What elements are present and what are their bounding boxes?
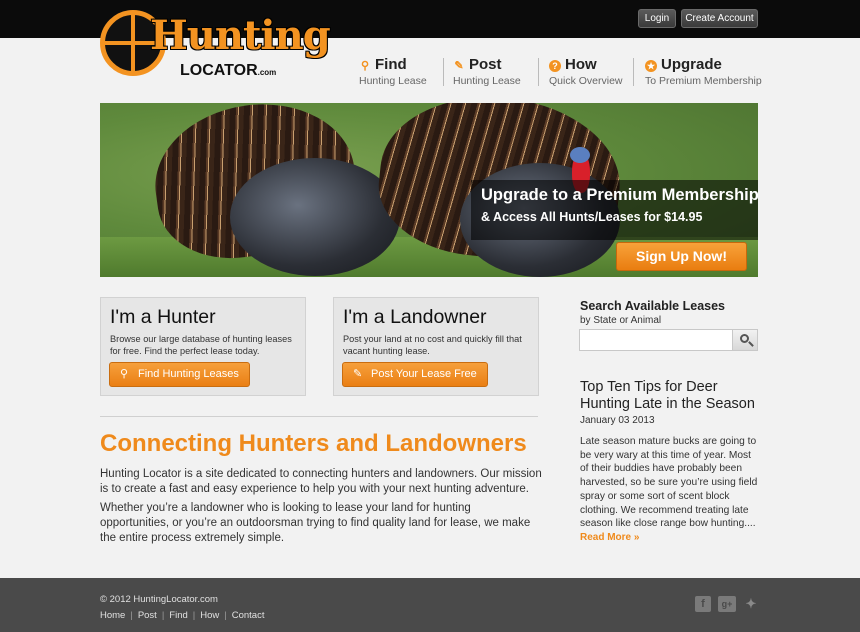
- article-excerpt: Late season mature bucks are going to be…: [580, 436, 758, 530]
- landowner-card: I'm a Landowner Post your land at no cos…: [333, 297, 539, 396]
- footer: © 2012 HuntingLocator.com Home | Post | Find…: [0, 578, 860, 632]
- copyright: © 2012 HuntingLocator.com: [100, 594, 218, 605]
- landowner-card-text: Post your land at no cost and quickly fi…: [343, 334, 522, 356]
- footer-links: Home | Post | Find | How | Contact: [100, 610, 265, 621]
- nav-how[interactable]: ? How Quick Overview: [549, 56, 623, 87]
- question-icon: ?: [549, 60, 561, 72]
- turkey-head-image: [570, 147, 590, 163]
- search-input[interactable]: [579, 329, 733, 351]
- promo-subheading: & Access All Hunts/Leases for $14.95: [481, 210, 703, 224]
- search-icon: ⚲: [360, 60, 370, 72]
- footer-link-find[interactable]: Find: [169, 610, 187, 621]
- turkey-body-image: [230, 158, 400, 276]
- post-your-lease-button[interactable]: ✎ Post Your Lease Free: [342, 362, 488, 387]
- twitter-icon[interactable]: ✦: [743, 596, 759, 612]
- hunter-card-title: I'm a Hunter: [110, 306, 216, 328]
- logo-subword: LOCATOR.com: [180, 62, 277, 79]
- star-badge-icon: ★: [645, 60, 657, 72]
- divider: [100, 416, 538, 417]
- edit-icon: ✎: [353, 368, 363, 380]
- main-heading: Connecting Hunters and Landowners: [100, 430, 527, 457]
- logo-wordmark: Hunting: [150, 12, 331, 59]
- nav-post[interactable]: ✎ Post Hunting Lease: [453, 56, 521, 87]
- search-subtitle: by State or Animal: [580, 315, 662, 326]
- article-date: January 03 2013: [580, 415, 655, 426]
- landowner-card-title: I'm a Landowner: [343, 306, 487, 328]
- intro-paragraph: Hunting Locator is a site dedicated to c…: [100, 468, 542, 495]
- nav-divider: [443, 58, 444, 86]
- promo-banner: Upgrade to a Premium Membership & Access…: [100, 103, 758, 277]
- login-button[interactable]: Login: [638, 9, 676, 28]
- hunter-card-text: Browse our large database of hunting lea…: [110, 334, 292, 356]
- nav-upgrade[interactable]: ★ Upgrade To Premium Membership: [645, 56, 762, 87]
- site-logo[interactable]: Hunting LOCATOR.com: [100, 8, 331, 88]
- search-title: Search Available Leases: [580, 299, 725, 313]
- find-hunting-leases-button[interactable]: ⚲ Find Hunting Leases: [109, 362, 250, 387]
- process-paragraph: Whether you’re a landowner who is lookin…: [100, 502, 531, 544]
- footer-link-how[interactable]: How: [200, 610, 219, 621]
- nav-divider: [633, 58, 634, 86]
- sign-up-button[interactable]: Sign Up Now!: [616, 242, 747, 271]
- footer-link-contact[interactable]: Contact: [232, 610, 265, 621]
- nav-divider: [538, 58, 539, 86]
- google-plus-icon[interactable]: g+: [718, 596, 736, 612]
- promo-overlay: Upgrade to a Premium Membership & Access…: [471, 180, 758, 240]
- search-icon: ⚲: [120, 368, 129, 380]
- read-more-link[interactable]: Read More »: [580, 532, 639, 543]
- footer-link-post[interactable]: Post: [138, 610, 157, 621]
- promo-heading: Upgrade to a Premium Membership: [481, 186, 758, 204]
- create-account-button[interactable]: Create Account: [681, 9, 758, 28]
- search-button[interactable]: [732, 329, 758, 351]
- facebook-icon[interactable]: f: [695, 596, 711, 612]
- hunter-card: I'm a Hunter Browse our large database o…: [100, 297, 306, 396]
- footer-link-home[interactable]: Home: [100, 610, 125, 621]
- edit-icon: ✎: [454, 60, 464, 72]
- nav-find[interactable]: ⚲ Find Hunting Lease: [359, 56, 427, 87]
- article-title[interactable]: Top Ten Tips for Deer Hunting Late in th…: [580, 379, 760, 413]
